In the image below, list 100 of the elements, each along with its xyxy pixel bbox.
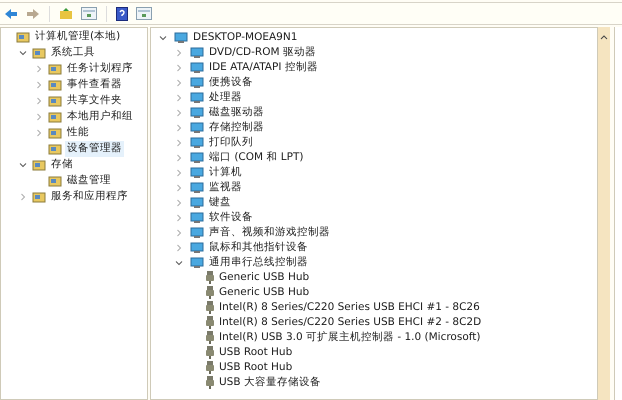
folder-up-icon[interactable] (59, 7, 73, 20)
tree-item[interactable]: 鼠标和其他指针设备 (209, 240, 308, 256)
tree-item[interactable]: 磁盘驱动器 (209, 104, 264, 120)
usb-plug-icon (206, 331, 214, 344)
tree-item[interactable]: USB Root Hub (219, 344, 292, 360)
tree-item[interactable]: 设备管理器 (65, 141, 124, 157)
device-icon (190, 136, 204, 148)
chevron-down-icon[interactable] (19, 49, 27, 57)
tool-icon (32, 46, 46, 60)
chevron-down-icon[interactable] (175, 258, 183, 266)
tree-item[interactable]: 本地用户和组 (65, 109, 135, 125)
usb-plug-icon (206, 316, 214, 329)
tool-icon (16, 30, 30, 44)
device-icon (190, 106, 204, 118)
usb-plug-icon (206, 361, 214, 374)
pane-icon[interactable] (136, 7, 152, 20)
tree-item[interactable]: 共享文件夹 (65, 93, 124, 109)
tree-item[interactable]: Generic USB Hub (219, 284, 310, 300)
tree-item[interactable]: 端口 (COM 和 LPT) (209, 150, 304, 166)
usb-plug-icon (206, 346, 214, 359)
tool-icon (48, 142, 62, 156)
usb-plug-icon (206, 376, 214, 389)
chevron-right-icon[interactable] (35, 113, 43, 121)
device-icon (190, 122, 204, 134)
tree-item[interactable]: DVD/CD-ROM 驱动器 (209, 44, 316, 60)
scroll-up-icon[interactable] (600, 33, 608, 41)
scrollbar[interactable] (598, 27, 610, 400)
tree-item[interactable]: 打印队列 (209, 134, 253, 150)
tree-item[interactable]: 监视器 (209, 180, 242, 196)
tool-icon (48, 94, 62, 108)
chevron-right-icon[interactable] (175, 154, 183, 162)
chevron-right-icon[interactable] (175, 48, 183, 56)
tree-item[interactable]: 系统工具 (49, 45, 97, 61)
chevron-right-icon[interactable] (175, 94, 183, 102)
device-icon (190, 182, 204, 194)
tree-item[interactable]: 存储控制器 (209, 120, 264, 136)
tree-item[interactable]: 性能 (65, 125, 91, 141)
device-icon (190, 92, 204, 104)
chevron-right-icon[interactable] (175, 228, 183, 236)
device-icon (190, 256, 204, 268)
tree-item[interactable]: 通用串行总线控制器 (209, 254, 308, 270)
chevron-right-icon[interactable] (175, 108, 183, 116)
chevron-right-icon[interactable] (175, 184, 183, 192)
help-icon[interactable] (116, 6, 128, 20)
device-icon (190, 76, 204, 88)
device-icon (190, 166, 204, 178)
tree-item[interactable]: IDE ATA/ATAPI 控制器 (209, 60, 318, 76)
chevron-down-icon[interactable] (159, 34, 167, 42)
tool-icon (32, 158, 46, 172)
tool-icon (48, 110, 62, 124)
chevron-right-icon[interactable] (19, 193, 27, 201)
chevron-down-icon[interactable] (19, 161, 27, 169)
usb-plug-icon (206, 286, 214, 299)
tree-item[interactable]: 任务计划程序 (65, 61, 135, 77)
tree-item[interactable]: Intel(R) 8 Series/C220 Series USB EHCI #2 - 8C2D (219, 314, 482, 330)
device-icon (174, 32, 188, 44)
tree-item[interactable]: 计算机 (209, 164, 242, 180)
tree-item[interactable]: 计算机管理(本地) (33, 29, 122, 45)
usb-plug-icon (206, 301, 214, 314)
tree-item[interactable]: Intel(R) 8 Series/C220 Series USB EHCI #1 - 8C26 (219, 300, 480, 316)
chevron-right-icon[interactable] (175, 124, 183, 132)
tree-item[interactable]: 便携设备 (209, 74, 253, 90)
back-arrow-icon[interactable] (4, 8, 18, 20)
tool-icon (48, 174, 62, 188)
tree-item[interactable]: 键盘 (209, 194, 231, 210)
chevron-right-icon[interactable] (35, 129, 43, 137)
chevron-right-icon[interactable] (175, 138, 183, 146)
chevron-right-icon[interactable] (175, 214, 183, 222)
tree-item[interactable]: 存储 (49, 157, 75, 173)
device-icon (190, 46, 204, 58)
tool-icon (32, 190, 46, 204)
tree-item[interactable]: 软件设备 (209, 210, 253, 226)
chevron-right-icon[interactable] (175, 198, 183, 206)
chevron-right-icon[interactable] (175, 78, 183, 86)
chevron-right-icon[interactable] (175, 168, 183, 176)
forward-arrow-icon[interactable] (26, 8, 40, 20)
tree-item[interactable]: DESKTOP-MOEA9N1 (193, 30, 298, 46)
chevron-right-icon[interactable] (35, 97, 43, 105)
tool-icon (48, 126, 62, 140)
chevron-right-icon[interactable] (175, 64, 183, 72)
tree-item[interactable]: 处理器 (209, 90, 242, 106)
pane-icon[interactable] (81, 7, 97, 20)
tree-item[interactable]: Intel(R) USB 3.0 可扩展主机控制器 - 1.0 (Microsoft) (219, 330, 480, 346)
tree-item[interactable]: USB Root Hub (219, 360, 292, 376)
chevron-right-icon[interactable] (35, 65, 43, 73)
device-icon (190, 242, 204, 254)
tree-item[interactable]: USB 大容量存储设备 (219, 374, 321, 390)
tree-item[interactable]: Generic USB Hub (219, 270, 310, 286)
device-icon (190, 152, 204, 164)
device-icon (190, 196, 204, 208)
device-icon (190, 226, 204, 238)
tree-item[interactable]: 磁盘管理 (65, 173, 113, 189)
usb-plug-icon (206, 271, 214, 284)
device-icon (190, 212, 204, 224)
chevron-right-icon[interactable] (35, 81, 43, 89)
tree-item[interactable]: 事件查看器 (65, 77, 124, 93)
tree-item[interactable]: 服务和应用程序 (49, 189, 130, 205)
tree-item[interactable]: 声音、视频和游戏控制器 (209, 224, 330, 240)
chevron-right-icon[interactable] (175, 244, 183, 252)
tool-icon (48, 78, 62, 92)
